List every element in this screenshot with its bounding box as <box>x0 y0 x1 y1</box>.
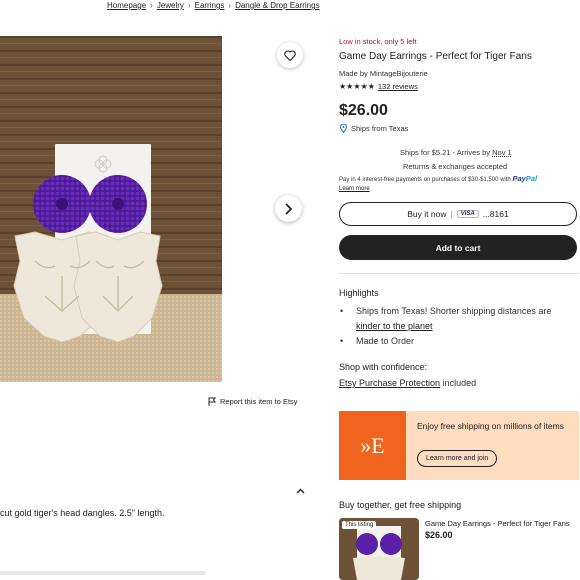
breadcrumb-dangle-drop[interactable]: Dangle & Drop Earrings <box>235 1 319 10</box>
collapse-description-button[interactable] <box>296 481 305 499</box>
returns-note: Returns & exchanges accepted <box>403 162 508 171</box>
installments-text: Pay in 4 interest-free payments on purch… <box>339 177 511 183</box>
buy-now-label: Buy it now <box>407 209 447 219</box>
buy-now-button[interactable]: Buy it now | VISA ...8161 <box>339 202 577 226</box>
ships-from-label: Ships from Texas <box>351 124 409 133</box>
star-rating-icon: ★★★★★ <box>339 82 375 91</box>
heart-icon <box>284 49 296 61</box>
favorite-button[interactable] <box>277 42 303 68</box>
arrival-date[interactable]: Nov 1 <box>492 148 512 157</box>
shop-confidence-heading: Shop with confidence: <box>339 362 428 372</box>
bullet-icon: • <box>340 336 344 346</box>
highlights-list: • Ships from Texas! Shorter shipping dist… <box>340 304 551 349</box>
etsy-logo-icon: »E <box>339 411 406 480</box>
breadcrumb-homepage[interactable]: Homepage <box>107 1 146 10</box>
product-price: $26.00 <box>339 102 388 119</box>
breadcrumb-earrings[interactable]: Earrings <box>195 1 225 10</box>
shipping-estimate: Ships for $5.21 - Arrives by Nov 1 <box>400 148 512 157</box>
promo-text: Enjoy free shipping on millions of items <box>417 421 564 431</box>
list-item: • Ships from Texas! Shorter shipping dist… <box>340 304 551 319</box>
item-description: cut gold tiger's head dangles. 2.5" leng… <box>0 508 165 518</box>
description-fade <box>0 571 205 575</box>
chevron-right-icon: › <box>187 1 191 10</box>
product-title: Game Day Earrings - Perfect for Tiger Fa… <box>339 51 532 62</box>
list-item: • Made to Order <box>340 334 551 349</box>
add-to-cart-button[interactable]: Add to cart <box>339 235 577 260</box>
breadcrumb-jewelry[interactable]: Jewelry <box>157 1 184 10</box>
chevron-up-icon <box>296 488 305 494</box>
list-item: kinder to the planet <box>340 319 551 334</box>
report-item-label: Report this item to Etsy <box>220 397 298 406</box>
learn-more-link[interactable]: Learn more <box>339 186 370 192</box>
bullet-icon: • <box>340 306 344 316</box>
chevron-right-icon <box>285 202 293 215</box>
learn-more-join-button[interactable]: Learn more and join <box>417 450 498 467</box>
installments-note: Pay in 4 interest-free payments on purch… <box>339 174 579 194</box>
buy-together-heading: Buy together, get free shipping <box>339 500 462 510</box>
breadcrumb: Homepage › Jewelry › Earrings › Dangle & Drop … <box>107 1 320 10</box>
paypal-logo: PayPal <box>512 174 538 183</box>
divider <box>339 273 579 274</box>
kinder-planet-link[interactable]: kinder to the planet <box>356 319 433 334</box>
chevron-right-icon: › <box>150 1 153 10</box>
product-main-image[interactable] <box>0 36 222 382</box>
stock-note: Low in stock, only 5 left <box>339 37 417 46</box>
card-last4: ...8161 <box>482 209 509 219</box>
this-listing-badge: This listing <box>342 521 377 529</box>
bundle-item-price: $26.00 <box>425 530 453 540</box>
flag-icon <box>208 397 216 406</box>
bundle-item-title[interactable]: Game Day Earrings - Perfect for Tiger Fa… <box>425 519 570 528</box>
rating-summary: ★★★★★ 132 reviews <box>339 82 418 91</box>
purchase-protection: Etsy Purchase Protection included <box>339 378 477 388</box>
visa-card-icon: VISA <box>456 210 479 218</box>
divider: | <box>450 209 453 219</box>
report-item-link[interactable]: Report this item to Etsy <box>208 397 298 406</box>
next-image-button[interactable] <box>275 195 302 222</box>
ships-from: Ships from Texas <box>340 124 408 133</box>
etsy-plus-promo: »E Enjoy free shipping on millions of it… <box>339 411 579 480</box>
location-pin-icon <box>340 124 347 133</box>
earrings-photo <box>0 36 222 382</box>
shipping-cost-label: Ships for $5.21 - Arrives by <box>400 148 491 157</box>
chevron-right-icon: › <box>228 1 232 10</box>
highlights-heading: Highlights <box>339 288 379 298</box>
reviews-link[interactable]: 132 reviews <box>378 82 418 91</box>
purchase-protection-link[interactable]: Etsy Purchase Protection <box>339 378 440 388</box>
shop-name[interactable]: Made by MintageBijouterie <box>339 69 428 78</box>
